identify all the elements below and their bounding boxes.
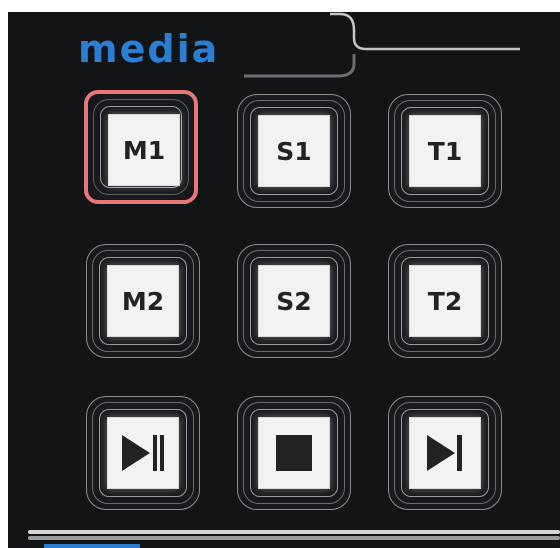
skip-next-button[interactable] <box>388 396 502 510</box>
media-panel: media M1 S1 T1 M2 S2 T2 <box>8 12 560 548</box>
t2-label: T2 <box>427 286 463 316</box>
play-pause-button[interactable] <box>86 396 200 510</box>
bottom-divider <box>28 530 560 548</box>
s2-label: S2 <box>276 286 312 316</box>
t2-button[interactable]: T2 <box>388 244 502 358</box>
play-pause-icon <box>122 435 164 471</box>
stop-button[interactable] <box>237 396 351 510</box>
m1-label: M1 <box>122 135 166 165</box>
s2-button[interactable]: S2 <box>237 244 351 358</box>
s1-button[interactable]: S1 <box>237 94 351 208</box>
m1-button[interactable]: M1 <box>84 90 198 204</box>
t1-label: T1 <box>427 136 463 166</box>
s1-label: S1 <box>276 136 312 166</box>
m2-button[interactable]: M2 <box>86 244 200 358</box>
section-title: media <box>78 27 220 71</box>
m2-label: M2 <box>121 286 165 316</box>
stop-icon <box>276 435 312 471</box>
skip-next-icon <box>427 435 462 471</box>
t1-button[interactable]: T1 <box>388 94 502 208</box>
